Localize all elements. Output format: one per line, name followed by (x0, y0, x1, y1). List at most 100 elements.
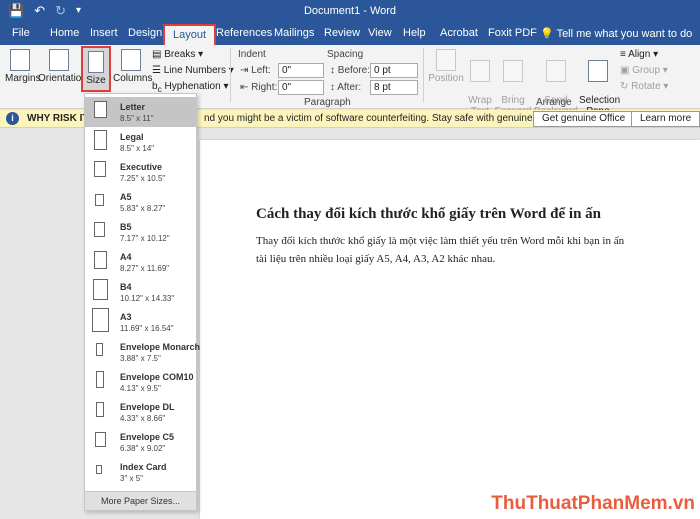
size-option-envelope-monarch[interactable]: Envelope Monarch 3.88" x 7.5" (85, 337, 200, 367)
selection-pane-icon (588, 60, 608, 82)
wrap-text-button[interactable]: Wrap Text (466, 49, 494, 117)
size-option-dims: 6.38" x 9.02" (120, 444, 166, 453)
tab-file[interactable]: File (12, 27, 30, 39)
group-label: Group (632, 65, 661, 76)
line-numbers-label: Line Numbers (163, 65, 227, 76)
tab-help[interactable]: Help (403, 27, 426, 39)
size-option-dims: 5.83" x 8.27" (120, 204, 166, 213)
tab-home[interactable]: Home (50, 27, 79, 39)
columns-label: Columns (113, 73, 153, 84)
size-option-a5[interactable]: A5 5.83" x 8.27" (85, 187, 196, 217)
position-icon (436, 49, 456, 71)
before-label-text: Before: (337, 65, 371, 76)
after-spacing-input[interactable]: 8 pt (370, 80, 418, 95)
size-option-name: B5 (120, 222, 132, 232)
position-label: Position (428, 73, 464, 84)
rotate-label: Rotate (631, 81, 661, 92)
paper-icon (95, 432, 106, 447)
size-icon (88, 51, 104, 73)
spacing-label: Spacing (327, 49, 364, 60)
rotate-button[interactable]: ↻ Rotate ▾ (620, 81, 668, 92)
size-option-executive[interactable]: Executive 7.25" x 10.5" (85, 157, 196, 187)
tab-acrobat[interactable]: Acrobat (440, 27, 478, 39)
right-indent-input[interactable]: 0" (278, 80, 324, 95)
size-option-b5[interactable]: B5 7.17" x 10.12" (85, 217, 196, 247)
left-label-text: Left: (251, 65, 271, 76)
tab-layout[interactable]: Layout (163, 24, 217, 45)
paper-icon (94, 222, 105, 237)
size-option-dims: 10.12" x 14.33" (120, 294, 175, 303)
size-option-dims: 4.33" x 8.66" (120, 414, 166, 423)
right-label-text: Right: (251, 82, 278, 93)
size-option-b4[interactable]: B4 10.12" x 14.33" (85, 277, 196, 307)
size-option-a4[interactable]: A4 8.27" x 11.69" (85, 247, 196, 277)
tab-insert[interactable]: Insert (90, 27, 118, 39)
size-option-dims: 7.25" x 10.5" (120, 174, 166, 183)
paper-icon (96, 465, 102, 474)
size-option-envelope-c5[interactable]: Envelope C5 6.38" x 9.02" (85, 427, 196, 457)
group-separator (423, 48, 424, 102)
bring-forward-button[interactable]: Bring Forward (494, 49, 532, 117)
paper-icon (95, 194, 104, 206)
tab-design[interactable]: Design (128, 27, 162, 39)
size-option-name: Letter (120, 102, 146, 112)
tab-foxit-pdf[interactable]: Foxit PDF (488, 27, 537, 39)
bring-forward-icon (503, 60, 523, 82)
columns-icon (121, 49, 141, 71)
line-numbers-button[interactable]: ☰ Line Numbers ▾ (152, 65, 234, 76)
tab-references[interactable]: References (216, 27, 272, 39)
size-option-dims: 8.5" x 11" (120, 114, 154, 123)
orientation-icon (49, 49, 69, 71)
arrange-group-label: Arrange (536, 97, 572, 108)
size-option-letter[interactable]: Letter 8.5" x 11" (85, 97, 196, 127)
tab-mailings[interactable]: Mailings (274, 27, 314, 39)
more-paper-sizes-button[interactable]: More Paper Sizes... (85, 491, 196, 510)
selection-pane-button[interactable]: Selection Pane (579, 49, 620, 117)
group-button[interactable]: ▣ Group ▾ (620, 65, 668, 76)
size-option-dims: 11.69" x 16.54" (120, 324, 174, 333)
left-indent-input[interactable]: 0" (278, 63, 324, 78)
learn-more-button[interactable]: Learn more (631, 111, 700, 127)
size-label: Size (86, 75, 106, 86)
tab-review[interactable]: Review (324, 27, 360, 39)
wrap-text-icon (470, 60, 490, 82)
size-option-dims: 7.17" x 10.12" (120, 234, 170, 243)
columns-button[interactable]: Columns (113, 49, 153, 84)
before-spacing-label: ↕ Before: (330, 65, 371, 76)
tab-view[interactable]: View (368, 27, 392, 39)
size-option-a3[interactable]: A3 11.69" x 16.54" (85, 307, 196, 337)
paper-icon (93, 279, 108, 300)
size-option-dims: 8.5" x 14" (120, 144, 155, 153)
document-heading: Cách thay đổi kích thước khổ giấy trên W… (256, 206, 601, 222)
tell-me-box[interactable]: 💡 Tell me what you want to do (540, 27, 692, 40)
size-option-dims: 3" x 5" (120, 474, 144, 483)
size-option-name: A4 (120, 252, 132, 262)
breaks-button[interactable]: ▤ Breaks ▾ (152, 49, 203, 60)
size-option-envelope-dl[interactable]: Envelope DL 4.33" x 8.66" (85, 397, 196, 427)
align-button[interactable]: ≡ Align ▾ (620, 49, 658, 60)
orientation-button[interactable]: Orientation (38, 49, 87, 84)
orientation-label: Orientation (38, 73, 87, 84)
document-page[interactable]: Cách thay đổi kích thước khổ giấy trên W… (200, 140, 700, 519)
size-option-index-card[interactable]: Index Card 3" x 5" (85, 457, 196, 487)
align-label: Align (628, 49, 651, 60)
paper-icon (94, 161, 106, 177)
size-option-dims: 4.13" x 9.5" (120, 384, 161, 393)
get-genuine-office-button[interactable]: Get genuine Office (533, 111, 635, 127)
size-option-envelope-com10[interactable]: Envelope COM10 4.13" x 9.5" (85, 367, 196, 397)
size-option-name: Executive (120, 162, 163, 172)
size-option-legal[interactable]: Legal 8.5" x 14" (85, 127, 196, 157)
margins-button[interactable]: Margins (5, 49, 41, 84)
tell-me-label: Tell me what you want to do (556, 28, 693, 40)
group-separator (230, 48, 231, 102)
size-button[interactable]: Size (81, 46, 111, 92)
size-option-name: A5 (120, 192, 132, 202)
margins-label: Margins (5, 73, 41, 84)
size-option-name: A3 (120, 312, 132, 322)
send-backward-icon (546, 60, 566, 82)
before-spacing-input[interactable]: 0 pt (370, 63, 418, 78)
position-button[interactable]: Position (428, 49, 464, 84)
size-option-name: Index Card (120, 462, 167, 472)
size-option-name: Legal (120, 132, 144, 142)
info-icon: i (6, 112, 19, 125)
